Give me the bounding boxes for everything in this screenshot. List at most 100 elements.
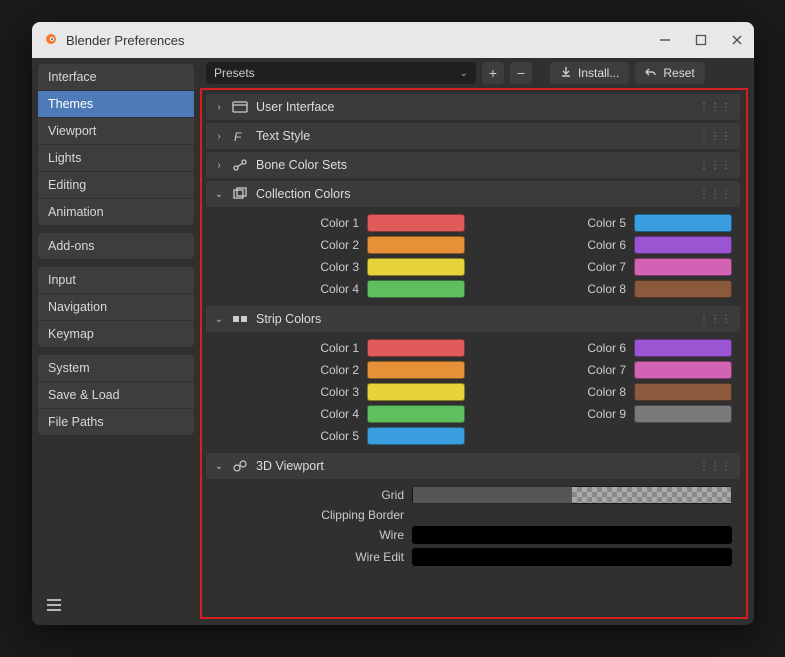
- section-header-strip-colors[interactable]: ⌄ Strip Colors ⋮⋮⋮: [206, 306, 740, 332]
- color-row: Color 3: [214, 258, 465, 276]
- blender-logo-icon: [42, 30, 58, 51]
- section-label: 3D Viewport: [256, 459, 324, 473]
- color-swatch[interactable]: [634, 405, 732, 423]
- color-swatch[interactable]: [412, 486, 732, 504]
- color-swatch[interactable]: [634, 361, 732, 379]
- sidebar-item-lights[interactable]: Lights: [38, 145, 194, 172]
- viewport-color-label: Wire: [234, 528, 404, 542]
- color-swatch[interactable]: [634, 214, 732, 232]
- section-icon: [232, 312, 248, 326]
- sidebar-item-input[interactable]: Input: [38, 267, 194, 294]
- sidebar-item-editing[interactable]: Editing: [38, 172, 194, 199]
- sidebar-item-navigation[interactable]: Navigation: [38, 294, 194, 321]
- color-label: Color 5: [320, 429, 359, 443]
- chevron-down-icon: ⌄: [460, 68, 468, 79]
- titlebar: Blender Preferences: [32, 22, 754, 58]
- color-row: Color 6: [481, 339, 732, 357]
- reset-button[interactable]: Reset: [635, 62, 704, 84]
- maximize-button[interactable]: [694, 33, 708, 47]
- section-header-3d-viewport[interactable]: ⌄ 3D Viewport ⋮⋮⋮: [206, 453, 740, 479]
- sidebar-item-file-paths[interactable]: File Paths: [38, 409, 194, 435]
- sidebar-item-interface[interactable]: Interface: [38, 64, 194, 91]
- color-row: Color 7: [481, 361, 732, 379]
- presets-dropdown[interactable]: Presets ⌄: [206, 62, 476, 84]
- sidebar-item-viewport[interactable]: Viewport: [38, 118, 194, 145]
- viewport-color-label: Grid: [234, 488, 404, 502]
- color-label: Color 1: [320, 341, 359, 355]
- viewport-color-label: Wire Edit: [234, 550, 404, 564]
- color-label: Color 1: [320, 216, 359, 230]
- sidebar-item-themes[interactable]: Themes: [38, 91, 194, 118]
- section-header-user-interface[interactable]: › User Interface ⋮⋮⋮: [206, 94, 740, 120]
- color-row: Color 5: [481, 214, 732, 232]
- section-icon: [232, 100, 248, 114]
- color-swatch[interactable]: [367, 339, 465, 357]
- section-icon: F: [232, 129, 248, 143]
- drag-grip-icon: ⋮⋮⋮: [699, 102, 732, 113]
- preset-remove-button[interactable]: −: [510, 62, 532, 84]
- color-swatch[interactable]: [367, 236, 465, 254]
- color-swatch[interactable]: [634, 339, 732, 357]
- viewport-color-row: Wire: [234, 526, 732, 544]
- color-swatch[interactable]: [367, 214, 465, 232]
- color-row: Color 2: [214, 361, 465, 379]
- section-label: Text Style: [256, 129, 310, 143]
- color-row: Color 1: [214, 214, 465, 232]
- color-row: Color 2: [214, 236, 465, 254]
- section-label: User Interface: [256, 100, 335, 114]
- section-header-collection-colors[interactable]: ⌄ Collection Colors ⋮⋮⋮: [206, 181, 740, 207]
- section-header-text-style[interactable]: › F Text Style ⋮⋮⋮: [206, 123, 740, 149]
- color-label: Color 3: [320, 260, 359, 274]
- color-label: Color 8: [587, 385, 626, 399]
- viewport-color-row: Wire Edit: [234, 548, 732, 566]
- color-label: Color 8: [587, 282, 626, 296]
- section-icon: [232, 158, 248, 172]
- color-swatch[interactable]: [367, 427, 465, 445]
- drag-grip-icon: ⋮⋮⋮: [699, 189, 732, 200]
- color-swatch[interactable]: [634, 383, 732, 401]
- main-panel: Presets ⌄ + − Install... Reset: [200, 58, 754, 625]
- sidebar-item-save-load[interactable]: Save & Load: [38, 382, 194, 409]
- svg-text:F: F: [234, 130, 242, 143]
- chevron-right-icon: ›: [214, 102, 224, 113]
- chevron-right-icon: ›: [214, 160, 224, 171]
- color-swatch[interactable]: [412, 548, 732, 566]
- color-label: Color 9: [587, 407, 626, 421]
- viewport-color-label: Clipping Border: [234, 508, 404, 522]
- color-swatch[interactable]: [634, 236, 732, 254]
- sidebar-item-system[interactable]: System: [38, 355, 194, 382]
- sidebar-item-add-ons[interactable]: Add-ons: [38, 233, 194, 259]
- color-swatch[interactable]: [634, 280, 732, 298]
- color-row: Color 4: [214, 280, 465, 298]
- drag-grip-icon: ⋮⋮⋮: [699, 131, 732, 142]
- undo-icon: [645, 66, 657, 81]
- minimize-button[interactable]: [658, 33, 672, 47]
- color-row: Color 5: [214, 427, 465, 445]
- hamburger-menu-button[interactable]: [42, 593, 66, 617]
- color-swatch[interactable]: [367, 405, 465, 423]
- section-label: Collection Colors: [256, 187, 350, 201]
- color-row: Color 6: [481, 236, 732, 254]
- section-header-bone-color-sets[interactable]: › Bone Color Sets ⋮⋮⋮: [206, 152, 740, 178]
- preset-add-button[interactable]: +: [482, 62, 504, 84]
- color-label: Color 6: [587, 238, 626, 252]
- drag-grip-icon: ⋮⋮⋮: [699, 314, 732, 325]
- color-swatch[interactable]: [367, 280, 465, 298]
- color-swatch[interactable]: [367, 258, 465, 276]
- color-swatch[interactable]: [634, 258, 732, 276]
- drag-grip-icon: ⋮⋮⋮: [699, 160, 732, 171]
- color-label: Color 5: [587, 216, 626, 230]
- color-swatch[interactable]: [367, 361, 465, 379]
- install-button[interactable]: Install...: [550, 62, 629, 84]
- color-row: Color 9: [481, 405, 732, 423]
- sidebar-item-animation[interactable]: Animation: [38, 199, 194, 225]
- close-button[interactable]: [730, 33, 744, 47]
- sidebar-item-keymap[interactable]: Keymap: [38, 321, 194, 347]
- color-swatch[interactable]: [412, 526, 732, 544]
- viewport-color-row: Grid: [234, 486, 732, 504]
- sidebar: InterfaceThemesViewportLightsEditingAnim…: [32, 58, 200, 625]
- color-swatch[interactable]: [367, 383, 465, 401]
- color-row: Color 3: [214, 383, 465, 401]
- drag-grip-icon: ⋮⋮⋮: [699, 461, 732, 472]
- chevron-down-icon: ⌄: [214, 314, 224, 325]
